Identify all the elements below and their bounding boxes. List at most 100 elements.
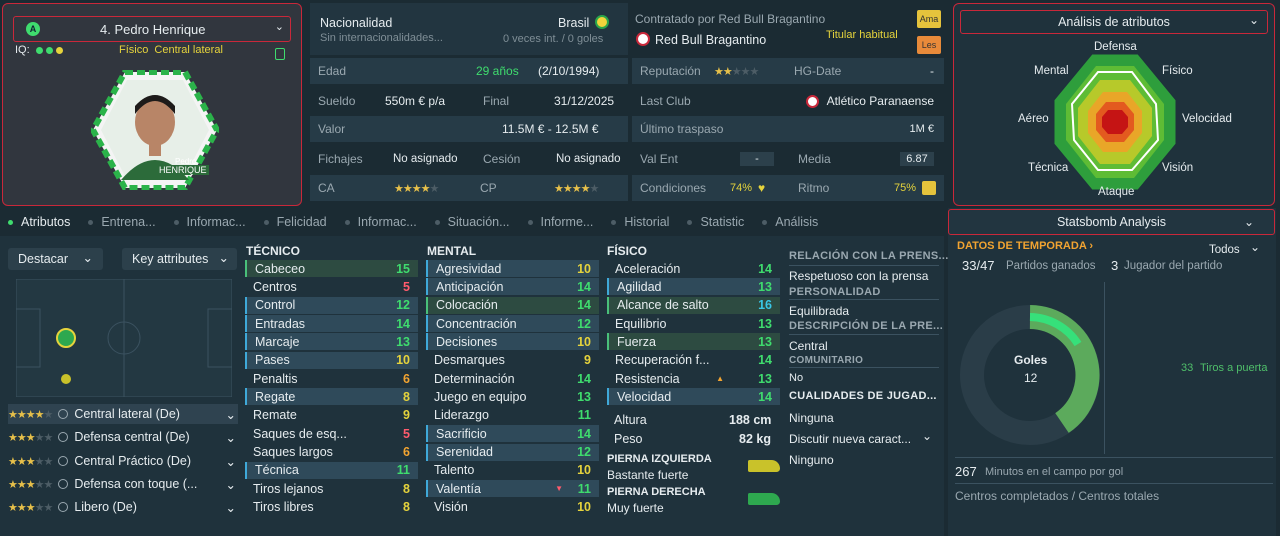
tab-atributos[interactable]: Atributos xyxy=(8,215,70,229)
attribute-radar-chart xyxy=(1053,53,1177,191)
attribute-row[interactable]: Pases 10 xyxy=(245,351,418,369)
height-value: 188 cm xyxy=(729,413,772,427)
last-club-label: Last Club xyxy=(640,94,691,108)
attribute-row[interactable]: Agilidad 13 xyxy=(607,278,780,296)
attribute-row[interactable]: Recuperación f... 14 xyxy=(607,352,780,369)
attribute-row[interactable]: Determinación 14 xyxy=(426,370,599,387)
attribute-value: 10 xyxy=(577,463,591,478)
tab-informacion[interactable]: Informac... xyxy=(173,215,246,229)
attribute-row[interactable]: Tiros libres 8 xyxy=(245,499,418,516)
attribute-row[interactable]: Liderazgo 11 xyxy=(426,407,599,424)
tab-situacion[interactable]: Situación... xyxy=(434,215,510,229)
attribute-row[interactable]: Saques de esq... 5 xyxy=(245,425,418,442)
attribute-row[interactable]: Penaltis 6 xyxy=(245,370,418,387)
attribute-row[interactable]: Técnica 11 xyxy=(245,461,418,479)
left-boot-icon xyxy=(748,460,780,472)
attribute-row[interactable]: Cabeceo 15 xyxy=(245,260,418,277)
tab-entrenamiento[interactable]: Entrena... xyxy=(88,215,156,229)
attribute-row[interactable]: Sacrificio 14 xyxy=(426,425,599,443)
key-attributes-dropdown[interactable]: Key attributes ⌄ xyxy=(122,248,237,270)
age-label: Edad xyxy=(318,64,347,78)
attribute-row[interactable]: Alcance de salto 16 xyxy=(607,296,780,314)
description-value: Central xyxy=(789,339,828,353)
attribute-row[interactable]: Remate 9 xyxy=(245,407,418,424)
attribute-row[interactable]: Velocidad 14 xyxy=(607,388,780,406)
squad-status: Titular habitual xyxy=(826,29,898,41)
tab-informacion-2[interactable]: Informac... xyxy=(344,215,417,229)
tab-historial[interactable]: Historial xyxy=(611,215,669,229)
attribute-value: 8 xyxy=(403,500,410,515)
attribute-row[interactable]: Colocación 14 xyxy=(426,296,599,314)
club-name[interactable]: Red Bull Bragantino xyxy=(655,33,766,47)
chevron-down-icon: ⌄ xyxy=(82,251,93,265)
tab-label: Felicidad xyxy=(276,215,327,229)
chevron-down-icon: ⌄ xyxy=(225,500,236,515)
attribute-row[interactable]: Serenidad 12 xyxy=(426,443,599,461)
attribute-row[interactable]: Decisiones 10 xyxy=(426,333,599,351)
attribute-row[interactable]: Desmarques 9 xyxy=(426,352,599,369)
attribute-row[interactable]: Regate 8 xyxy=(245,388,418,406)
tab-dot-icon xyxy=(527,219,533,225)
filter-dropdown[interactable]: Todos xyxy=(1209,244,1240,256)
shortlist-icon[interactable] xyxy=(275,48,285,60)
tab-dot-icon xyxy=(434,219,440,225)
loan-value[interactable]: No asignado xyxy=(556,153,621,165)
cp-label: CP xyxy=(480,181,497,195)
transfer-row: Fichajes No asignado Cesión No asignado xyxy=(310,146,628,172)
role-row[interactable]: ★★★★★ Defensa central (De) ⌄ xyxy=(8,427,238,447)
tab-dot-icon xyxy=(88,219,94,225)
role-row[interactable]: ★★★★★ Defensa con toque (... ⌄ xyxy=(8,474,238,494)
rhythm-label: Ritmo xyxy=(798,181,830,195)
attribute-row[interactable]: Fuerza 13 xyxy=(607,333,780,351)
tab-statistic[interactable]: Statistic xyxy=(687,215,744,229)
last-club-value[interactable]: Atlético Paranaense xyxy=(827,94,934,108)
attribute-row[interactable]: Juego en equipo 13 xyxy=(426,388,599,405)
attribute-row[interactable]: Concentración 12 xyxy=(426,315,599,333)
info-icon xyxy=(58,502,69,512)
role-row[interactable]: ★★★★★ Central lateral (De) ⌄ xyxy=(8,404,238,424)
season-data-link[interactable]: DATOS DE TEMPORADA › xyxy=(957,240,1093,252)
attribute-row[interactable]: Anticipación 14 xyxy=(426,278,599,296)
player-card: A 4. Pedro Henrique ⌄ IQ: Físico Central… xyxy=(2,3,302,206)
attribute-name: Colocación xyxy=(436,298,498,313)
tab-label: Informac... xyxy=(186,215,246,229)
attribute-row[interactable]: Marcaje 13 xyxy=(245,333,418,351)
nationality-value[interactable]: Brasil xyxy=(558,16,589,30)
attribute-name: Decisiones xyxy=(436,334,498,349)
attribute-name: Determinación xyxy=(434,371,515,386)
contract-end-value: 31/12/2025 xyxy=(554,94,615,108)
player-name-selector[interactable]: A 4. Pedro Henrique ⌄ xyxy=(13,16,291,42)
shots-value: 33 xyxy=(1181,362,1194,374)
attribute-row[interactable]: Resistencia 13 ▲ xyxy=(607,370,780,387)
attribute-row[interactable]: Visión 10 xyxy=(426,499,599,516)
transfer-value[interactable]: No asignado xyxy=(393,153,458,165)
attribute-name: Agilidad xyxy=(617,279,662,294)
attribute-row[interactable]: Talento 10 xyxy=(426,462,599,479)
attribute-row[interactable]: Entradas 14 xyxy=(245,315,418,333)
attribute-row[interactable]: Control 12 xyxy=(245,296,418,314)
tab-felicidad[interactable]: Felicidad xyxy=(263,215,327,229)
attribute-row[interactable]: Agresividad 10 xyxy=(426,260,599,277)
attribute-row[interactable]: Tiros lejanos 8 xyxy=(245,480,418,497)
attribute-value: 12 xyxy=(577,316,591,331)
tab-informe[interactable]: Informe... xyxy=(527,215,593,229)
tab-analisis[interactable]: Análisis xyxy=(762,215,818,229)
info-icon xyxy=(58,479,69,489)
role-row[interactable]: ★★★★★ Libero (De) ⌄ xyxy=(8,497,238,517)
attribute-row[interactable]: Saques largos 6 xyxy=(245,444,418,461)
statsbomb-selector[interactable]: Statsbomb Analysis ⌄ xyxy=(948,209,1275,235)
attribute-row[interactable]: Aceleración 14 xyxy=(607,260,780,277)
discuss-trait-dropdown[interactable]: Discutir nueva caract... xyxy=(789,432,911,446)
highlight-dropdown[interactable]: Destacar ⌄ xyxy=(8,248,103,270)
attribute-name: Serenidad xyxy=(436,445,493,459)
attribute-row[interactable]: Centros 5 xyxy=(245,278,418,295)
tab-label: Statistic xyxy=(700,215,745,229)
role-row[interactable]: ★★★★★ Central Práctico (De) ⌄ xyxy=(8,451,238,471)
mins-label: Minutos en el campo por gol xyxy=(985,466,1124,478)
attribute-row[interactable]: Equilibrio 13 xyxy=(607,315,780,332)
mental-header: MENTAL xyxy=(427,244,477,258)
attribute-row[interactable]: Valentía 11 ▼ xyxy=(426,480,599,498)
analysis-selector[interactable]: Análisis de atributos ⌄ xyxy=(960,10,1268,34)
attribute-value: 15 xyxy=(396,261,410,276)
age-value: 29 años xyxy=(476,64,519,78)
